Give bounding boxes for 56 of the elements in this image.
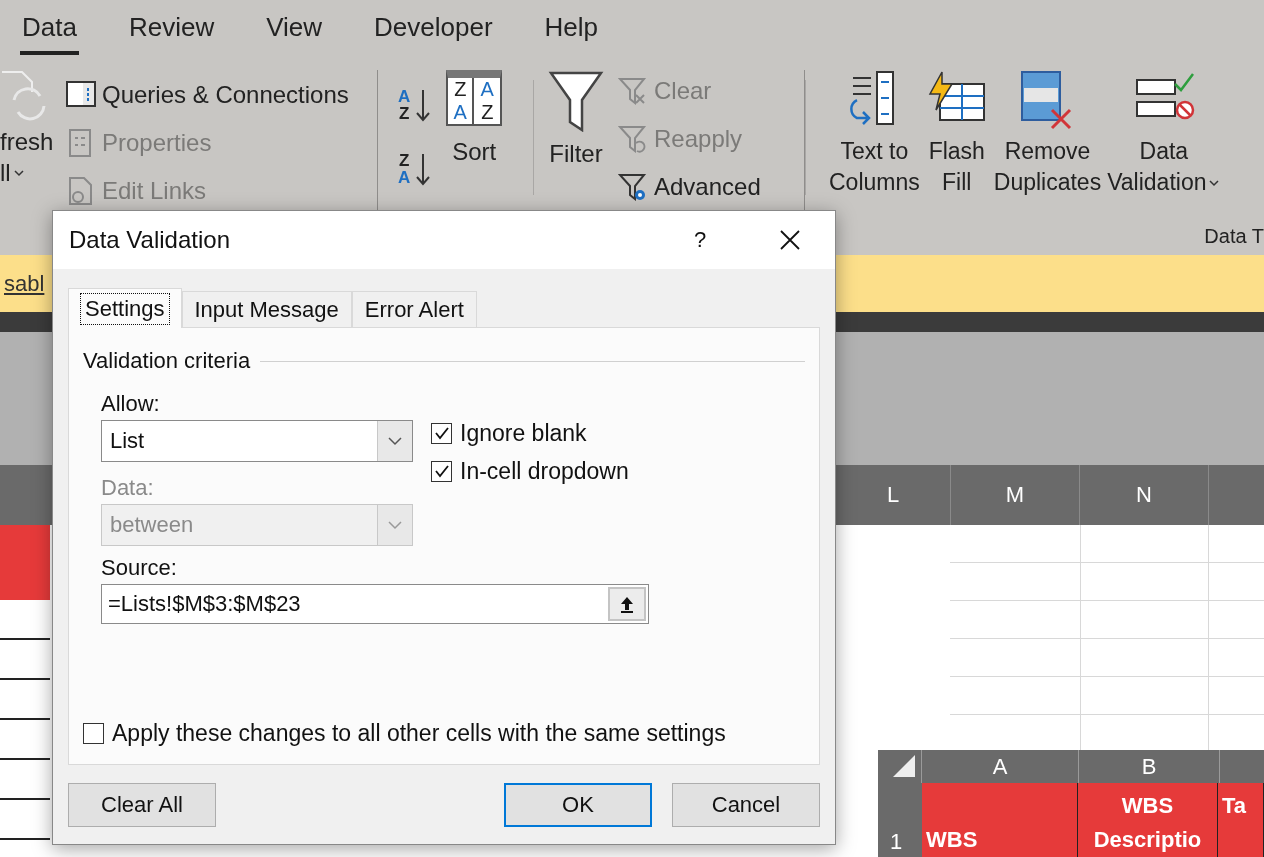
- checkbox-label[interactable]: In-cell dropdown: [460, 457, 629, 485]
- dialog-button[interactable]: OK: [504, 783, 652, 827]
- triangle-icon: [893, 755, 915, 777]
- arrow-up-icon: [619, 595, 635, 613]
- refresh-button[interactable]: fresh ll: [0, 70, 60, 220]
- checkbox[interactable]: [83, 722, 104, 744]
- dropdown-field[interactable]: List: [101, 420, 413, 462]
- source-field[interactable]: =Lists!$M$3:$M$23: [101, 584, 649, 624]
- ribbon-button[interactable]: Data Validation: [1104, 70, 1224, 220]
- field-label: Data:: [101, 474, 155, 502]
- filter-button[interactable]: Filter: [548, 70, 604, 220]
- checkbox-label[interactable]: Ignore blank: [460, 419, 587, 447]
- sort-descending-button[interactable]: Z A: [398, 148, 431, 190]
- filter-icon: [618, 77, 648, 105]
- ribbon-tab[interactable]: Developer: [372, 5, 495, 55]
- dialog-tab[interactable]: Error Alert: [351, 291, 477, 327]
- chevron-down-icon: [388, 520, 402, 530]
- dialog-tab[interactable]: Input Message: [181, 291, 352, 327]
- filter-icon: [618, 125, 648, 153]
- close-icon: [779, 229, 801, 251]
- sort-button[interactable]: Z A A Z Sort: [446, 70, 503, 220]
- field-label: Allow:: [101, 390, 161, 418]
- table-cell: WBS: [922, 783, 1078, 857]
- ribbon-command[interactable]: Queries & Connections: [66, 74, 349, 116]
- ribbon-tab[interactable]: Data: [20, 5, 79, 55]
- checkbox[interactable]: [431, 422, 452, 444]
- message-link[interactable]: sabl: [4, 270, 45, 297]
- checkbox[interactable]: [431, 460, 452, 482]
- table-cell: Ta: [1218, 783, 1264, 857]
- ribbon-button[interactable]: Flash Fill: [922, 70, 991, 220]
- ribbon-button[interactable]: Text to Columns: [826, 70, 923, 220]
- field-label: Source:: [101, 554, 178, 582]
- section-title: Validation criteria: [83, 348, 251, 374]
- caret-icon: [12, 167, 25, 178]
- arrow-down-icon: [416, 152, 431, 186]
- row-number[interactable]: 1: [878, 783, 922, 857]
- arrow-down-icon: [416, 88, 431, 122]
- ribbon-tab[interactable]: Review: [126, 5, 217, 55]
- help-button[interactable]: ?: [655, 211, 745, 269]
- ribbon-tab[interactable]: Help: [542, 5, 601, 55]
- panel-icon: [66, 81, 96, 109]
- dialog-tab[interactable]: Settings: [68, 288, 182, 328]
- dialog-button[interactable]: Clear All: [68, 783, 216, 827]
- window-title: Data Validation: [69, 226, 231, 254]
- table-cell: WBS Descriptio: [1078, 783, 1218, 857]
- filter-icon: [618, 173, 648, 201]
- sort-ascending-button[interactable]: A Z: [398, 84, 431, 126]
- collapse-button[interactable]: [608, 587, 646, 621]
- ribbon-button[interactable]: Remove Duplicates: [990, 70, 1105, 220]
- ribbon-command[interactable]: Advanced: [618, 166, 761, 208]
- chevron-down-icon: [388, 436, 402, 446]
- ribbon-tab[interactable]: View: [264, 5, 325, 55]
- checkbox-label[interactable]: Apply these changes to all other cells with the same settings: [112, 719, 726, 747]
- group-label: Data T: [1204, 225, 1264, 248]
- dialog-button[interactable]: Cancel: [672, 783, 820, 827]
- filter-icon: [548, 70, 604, 132]
